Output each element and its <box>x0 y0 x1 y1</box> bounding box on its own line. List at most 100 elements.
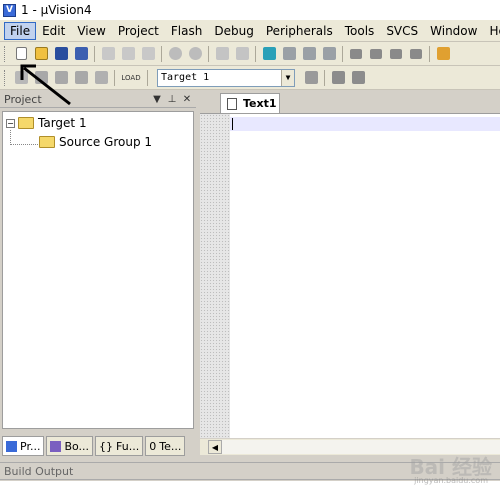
tab-functions[interactable]: {} Fu... <box>95 436 144 456</box>
comment-icon[interactable] <box>388 46 404 62</box>
folder-open-icon <box>18 117 34 129</box>
chevron-down-icon[interactable]: ▼ <box>281 69 294 86</box>
rebuild-icon[interactable] <box>53 70 69 86</box>
toolbar-grip[interactable] <box>4 45 7 62</box>
tab-templates-label: Te... <box>159 439 182 453</box>
tab-text1-label: Text1 <box>243 97 277 110</box>
paste-icon[interactable] <box>140 46 156 62</box>
target-options-icon[interactable] <box>303 70 319 86</box>
menu-flash[interactable]: Flash <box>165 22 208 40</box>
tree-item-target[interactable]: − Target 1 <box>6 114 87 132</box>
project-panel-title: Project <box>4 92 42 106</box>
bookmark-icon[interactable] <box>261 46 277 62</box>
tab-text1[interactable]: Text1 <box>220 93 280 113</box>
open-folder-icon[interactable] <box>33 46 49 62</box>
title-bar: V 1 - µVision4 <box>0 0 500 20</box>
batch-build-icon[interactable] <box>73 70 89 86</box>
baidu-watermark-url: jingyan.baidu.com <box>414 476 488 485</box>
current-line-highlight <box>230 117 500 131</box>
manage-components-icon[interactable] <box>330 70 346 86</box>
new-file-icon[interactable] <box>13 46 29 62</box>
tree-item-target-label: Target 1 <box>38 116 87 130</box>
build-toolbar: LOAD Target 1 ▼ <box>0 66 500 90</box>
toolbar-separator <box>161 45 162 62</box>
scroll-left-icon[interactable]: ◀ <box>208 440 222 454</box>
cut-icon[interactable] <box>100 46 116 62</box>
tree-connector <box>10 144 38 145</box>
collapse-icon[interactable]: − <box>6 118 15 128</box>
project-tree: − Target 1 Source Group 1 <box>2 111 194 429</box>
menu-svcs[interactable]: SVCS <box>380 22 424 40</box>
tab-project-label: Pr... <box>20 439 41 453</box>
build-icon[interactable] <box>33 70 49 86</box>
folder-icon <box>39 136 55 148</box>
code-editor[interactable] <box>200 113 500 438</box>
find-in-files-icon[interactable] <box>435 46 451 62</box>
toolbar-separator <box>147 69 148 86</box>
toolbar-separator <box>208 45 209 62</box>
menu-window[interactable]: Window <box>424 22 483 40</box>
menu-peripherals[interactable]: Peripherals <box>260 22 339 40</box>
indent-icon[interactable] <box>348 46 364 62</box>
menu-file[interactable]: File <box>4 21 37 40</box>
tab-books-label: Bo... <box>64 439 90 453</box>
uncomment-icon[interactable] <box>408 46 424 62</box>
redo-icon[interactable] <box>187 46 203 62</box>
project-tab-icon <box>6 440 17 452</box>
editor-area: Text1 ◀ <box>198 91 500 460</box>
tree-item-source-group-label: Source Group 1 <box>59 135 153 149</box>
templates-tab-icon: 0 <box>149 439 157 453</box>
tree-item-source-group[interactable]: Source Group 1 <box>39 133 152 151</box>
copy-icon[interactable] <box>120 46 136 62</box>
bookmark-clear-icon[interactable] <box>321 46 337 62</box>
translate-icon[interactable] <box>13 70 29 86</box>
document-icon <box>227 97 237 110</box>
unindent-icon[interactable] <box>368 46 384 62</box>
editor-gutter <box>200 114 230 438</box>
toolbar-separator <box>429 45 430 62</box>
load-label: LOAD <box>121 73 141 82</box>
toolbar-separator <box>114 69 115 86</box>
menu-project[interactable]: Project <box>112 22 165 40</box>
window-title: 1 - µVision4 <box>21 3 92 17</box>
project-panel-header: Project ▼ ⊥ ✕ <box>0 91 196 108</box>
nav-forward-icon[interactable] <box>234 46 250 62</box>
tree-connector <box>10 130 11 145</box>
undo-icon[interactable] <box>167 46 183 62</box>
braces-icon: {} <box>99 439 114 453</box>
menu-edit[interactable]: Edit <box>36 22 71 40</box>
close-icon[interactable]: ✕ <box>181 94 193 105</box>
project-panel-tabs: Pr... Bo... {} Fu... 0 Te... <box>2 436 194 458</box>
save-all-icon[interactable] <box>73 46 89 62</box>
menu-tools[interactable]: Tools <box>339 22 381 40</box>
stop-build-icon[interactable] <box>93 70 109 86</box>
pin-icon[interactable]: ⊥ <box>166 94 178 105</box>
tab-books[interactable]: Bo... <box>46 436 94 456</box>
toolbar-separator <box>324 69 325 86</box>
nav-back-icon[interactable] <box>214 46 230 62</box>
bookmark-prev-icon[interactable] <box>281 46 297 62</box>
target-select[interactable]: Target 1 ▼ <box>157 68 295 87</box>
bookmark-next-icon[interactable] <box>301 46 317 62</box>
books-tab-icon <box>50 440 62 452</box>
save-icon[interactable] <box>53 46 69 62</box>
tab-templates[interactable]: 0 Te... <box>145 436 186 456</box>
target-select-value: Target 1 <box>161 72 210 83</box>
menu-bar: File Edit View Project Flash Debug Perip… <box>0 20 500 42</box>
file-toolbar <box>0 42 500 66</box>
text-caret <box>232 118 233 130</box>
toolbar-grip[interactable] <box>4 69 7 86</box>
app-logo-icon: V <box>3 3 16 17</box>
toolbar-separator <box>255 45 256 62</box>
tab-project[interactable]: Pr... <box>2 436 45 456</box>
menu-view[interactable]: View <box>71 22 111 40</box>
toolbar-separator <box>342 45 343 62</box>
menu-debug[interactable]: Debug <box>208 22 259 40</box>
toolbar-separator <box>94 45 95 62</box>
select-packs-icon[interactable] <box>350 70 366 86</box>
dropdown-icon[interactable]: ▼ <box>151 94 163 105</box>
download-load-icon[interactable]: LOAD <box>120 70 142 86</box>
project-panel: Project ▼ ⊥ ✕ − Target 1 Source Group 1 … <box>0 91 196 460</box>
menu-help[interactable]: Help <box>483 22 500 40</box>
tab-functions-label: Fu... <box>116 439 140 453</box>
